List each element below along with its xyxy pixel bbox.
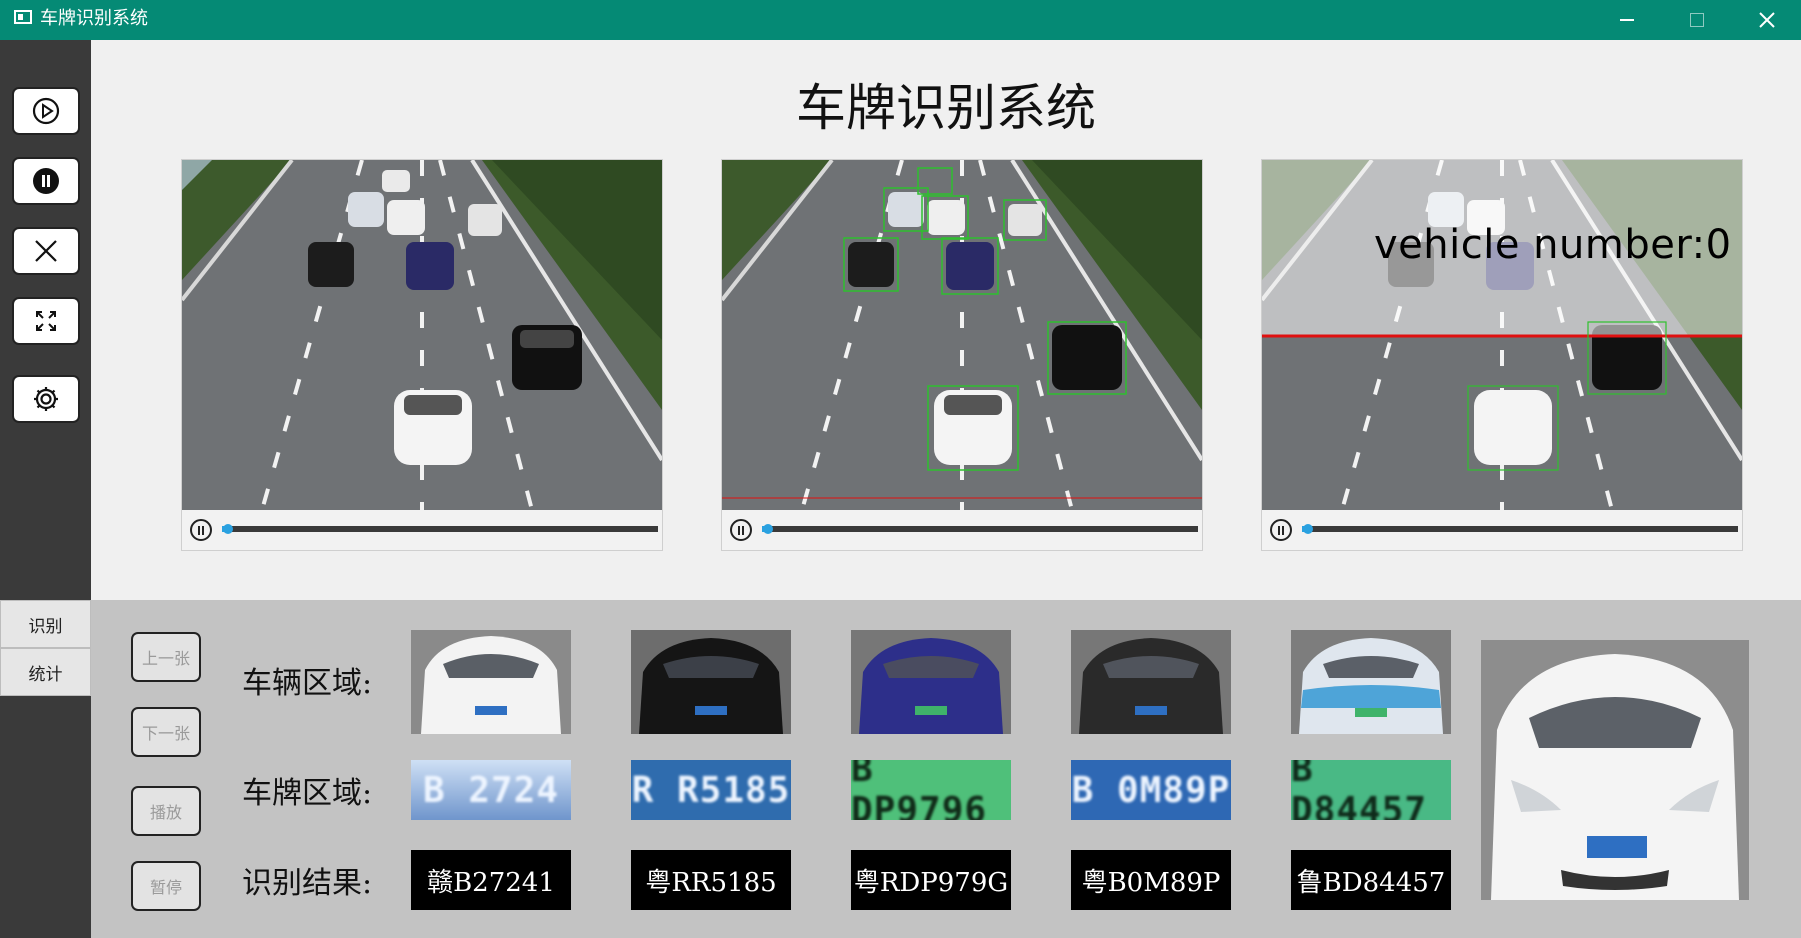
car-black-image: [631, 630, 791, 734]
road-scene-image: [182, 160, 662, 510]
video-frame[interactable]: vehicle number:0: [1262, 160, 1742, 510]
fullscreen-button[interactable]: [12, 297, 80, 345]
window-close-button[interactable]: [1732, 0, 1801, 40]
vehicle-thumb-3[interactable]: [851, 630, 1011, 734]
plate-crop-1: B 2724: [411, 760, 571, 820]
result-text-5: 鲁BD84457: [1291, 850, 1451, 910]
car-white-image: [411, 630, 571, 734]
video-progress-bar[interactable]: [762, 524, 1198, 534]
app-window-icon: [14, 10, 32, 24]
close-icon: [1759, 12, 1775, 28]
result-text-3: 粤RDP979G: [851, 850, 1011, 910]
car-blue-image: [851, 630, 1011, 734]
minimize-button[interactable]: [1592, 0, 1662, 40]
video-progress-bar[interactable]: [1302, 524, 1738, 534]
previous-button[interactable]: 上一张: [131, 632, 201, 682]
next-button[interactable]: 下一张: [131, 707, 201, 757]
selected-vehicle-preview: [1481, 640, 1749, 900]
sidebar: 识别 统计: [0, 40, 91, 938]
plate-crop-3: B DP9796: [851, 760, 1011, 820]
vehicle-count-overlay: vehicle number:0: [1374, 222, 1732, 268]
progress-handle[interactable]: [763, 524, 774, 534]
car-white-large-image: [1481, 640, 1749, 900]
close-icon: [35, 240, 57, 262]
pause-icon: [33, 168, 59, 194]
video-panel-detection: [721, 159, 1203, 551]
plate-region-label: 车牌区域:: [242, 776, 373, 811]
page-title: 车牌识别系统: [796, 79, 1096, 137]
play-result-button[interactable]: 播放: [131, 786, 201, 836]
result-text-2: 粤RR5185: [631, 850, 791, 910]
car-taxi-image: [1291, 630, 1451, 734]
play-icon: [32, 97, 60, 125]
video-pause-button[interactable]: [730, 519, 752, 541]
progress-handle[interactable]: [223, 524, 234, 534]
maximize-icon: [1690, 13, 1704, 27]
video-panel-counting: vehicle number:0: [1261, 159, 1743, 551]
vehicle-region-label: 车辆区域:: [242, 666, 373, 701]
plate-crop-5: B D84457: [1291, 760, 1451, 820]
window-titlebar: 车牌识别系统: [0, 0, 1801, 40]
vehicle-thumb-2[interactable]: [631, 630, 791, 734]
progress-handle[interactable]: [1303, 524, 1314, 534]
vehicle-thumb-5[interactable]: [1291, 630, 1451, 734]
video-progress-bar[interactable]: [222, 524, 658, 534]
video-pause-button[interactable]: [190, 519, 212, 541]
car-dark-image: [1071, 630, 1231, 734]
settings-button[interactable]: [12, 375, 80, 423]
stop-button[interactable]: [12, 227, 80, 275]
video-panel-original: [181, 159, 663, 551]
tab-statistics[interactable]: 统计: [0, 648, 91, 696]
maximize-button[interactable]: [1662, 0, 1732, 40]
window-title: 车牌识别系统: [40, 8, 148, 29]
road-scene-detection-image: [722, 160, 1202, 510]
vehicle-thumb-4[interactable]: [1071, 630, 1231, 734]
result-label: 识别结果:: [242, 866, 373, 901]
tab-recognize[interactable]: 识别: [0, 600, 91, 648]
pause-button[interactable]: [12, 157, 80, 205]
vehicle-thumb-1[interactable]: [411, 630, 571, 734]
video-controls: [182, 510, 662, 550]
fullscreen-icon: [36, 311, 56, 331]
minimize-icon: [1620, 19, 1634, 21]
gear-icon: [34, 387, 58, 411]
video-controls: [722, 510, 1202, 550]
video-frame[interactable]: [182, 160, 662, 510]
plate-crop-2: R R5185: [631, 760, 791, 820]
play-button[interactable]: [12, 87, 80, 135]
video-pause-button[interactable]: [1270, 519, 1292, 541]
video-frame[interactable]: [722, 160, 1202, 510]
plate-crop-4: B 0M89P: [1071, 760, 1231, 820]
result-text-1: 赣B27241: [411, 850, 571, 910]
pause-result-button[interactable]: 暂停: [131, 861, 201, 911]
recognition-panel: 上一张 下一张 播放 暂停 车辆区域: 车牌区域: 识别结果: B 2724 R…: [91, 600, 1801, 938]
road-scene-counting-image: [1262, 160, 1742, 510]
video-controls: [1262, 510, 1742, 550]
result-text-4: 粤B0M89P: [1071, 850, 1231, 910]
